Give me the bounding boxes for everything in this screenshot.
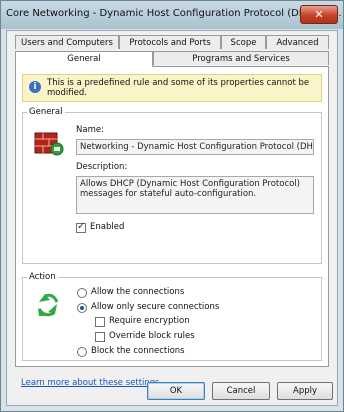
name-label: Name:	[76, 125, 104, 135]
enabled-checkbox[interactable]	[76, 221, 86, 233]
ok-button[interactable]: OK	[147, 382, 205, 400]
window-title: Core Networking - Dynamic Host Configura…	[6, 8, 342, 19]
tab-protocols-and-ports[interactable]: Protocols and Ports	[119, 35, 221, 49]
title-bar[interactable]: Core Networking - Dynamic Host Configura…	[1, 1, 343, 29]
block-connections-label: Block the connections	[91, 346, 185, 356]
override-block-rules-checkbox[interactable]	[95, 332, 105, 342]
general-group: General Name: Networking - Dynamic Host …	[22, 107, 322, 264]
require-encryption-checkbox[interactable]	[95, 317, 105, 327]
tab-users-and-computers[interactable]: Users and Computers	[15, 35, 119, 49]
learn-more-link[interactable]: Learn more about these settings	[21, 378, 160, 388]
apply-button[interactable]: Apply	[277, 382, 333, 400]
require-encryption-label: Require encryption	[109, 316, 190, 326]
general-group-title: General	[27, 107, 65, 117]
description-field[interactable]: Allows DHCP (Dynamic Host Configuration …	[76, 176, 314, 214]
close-button[interactable]: ✕	[300, 5, 338, 24]
description-label: Description:	[76, 162, 128, 172]
firewall-brick-icon	[34, 132, 64, 156]
name-field[interactable]: Networking - Dynamic Host Configuration …	[76, 139, 314, 155]
tab-programs-and-services[interactable]: Programs and Services	[153, 51, 329, 65]
cancel-button[interactable]: Cancel	[212, 382, 270, 400]
allow-secure-radio[interactable]	[77, 303, 87, 313]
override-block-rules-label: Override block rules	[109, 331, 195, 341]
action-group-title: Action	[27, 272, 58, 282]
allow-secure-label: Allow only secure connections	[91, 302, 220, 312]
recycle-arrows-icon	[37, 293, 59, 317]
info-icon: i	[29, 81, 41, 93]
allow-connections-label: Allow the connections	[91, 287, 185, 297]
tab-general[interactable]: General	[15, 51, 153, 67]
info-message: This is a predefined rule and some of it…	[47, 78, 310, 98]
predefined-rule-infobar: i This is a predefined rule and some of …	[22, 74, 322, 102]
tab-advanced[interactable]: Advanced	[266, 35, 329, 49]
rule-properties-window: Core Networking - Dynamic Host Configura…	[0, 0, 344, 412]
tab-scope[interactable]: Scope	[221, 35, 266, 49]
block-connections-radio[interactable]	[77, 347, 87, 357]
action-group: Action Allow the connections Allow only …	[22, 272, 322, 361]
general-tab-panel: i This is a predefined rule and some of …	[15, 66, 329, 367]
enabled-label: Enabled	[90, 222, 125, 232]
allow-connections-radio[interactable]	[77, 288, 87, 298]
dialog-body: Users and Computers Protocols and Ports …	[6, 30, 338, 406]
